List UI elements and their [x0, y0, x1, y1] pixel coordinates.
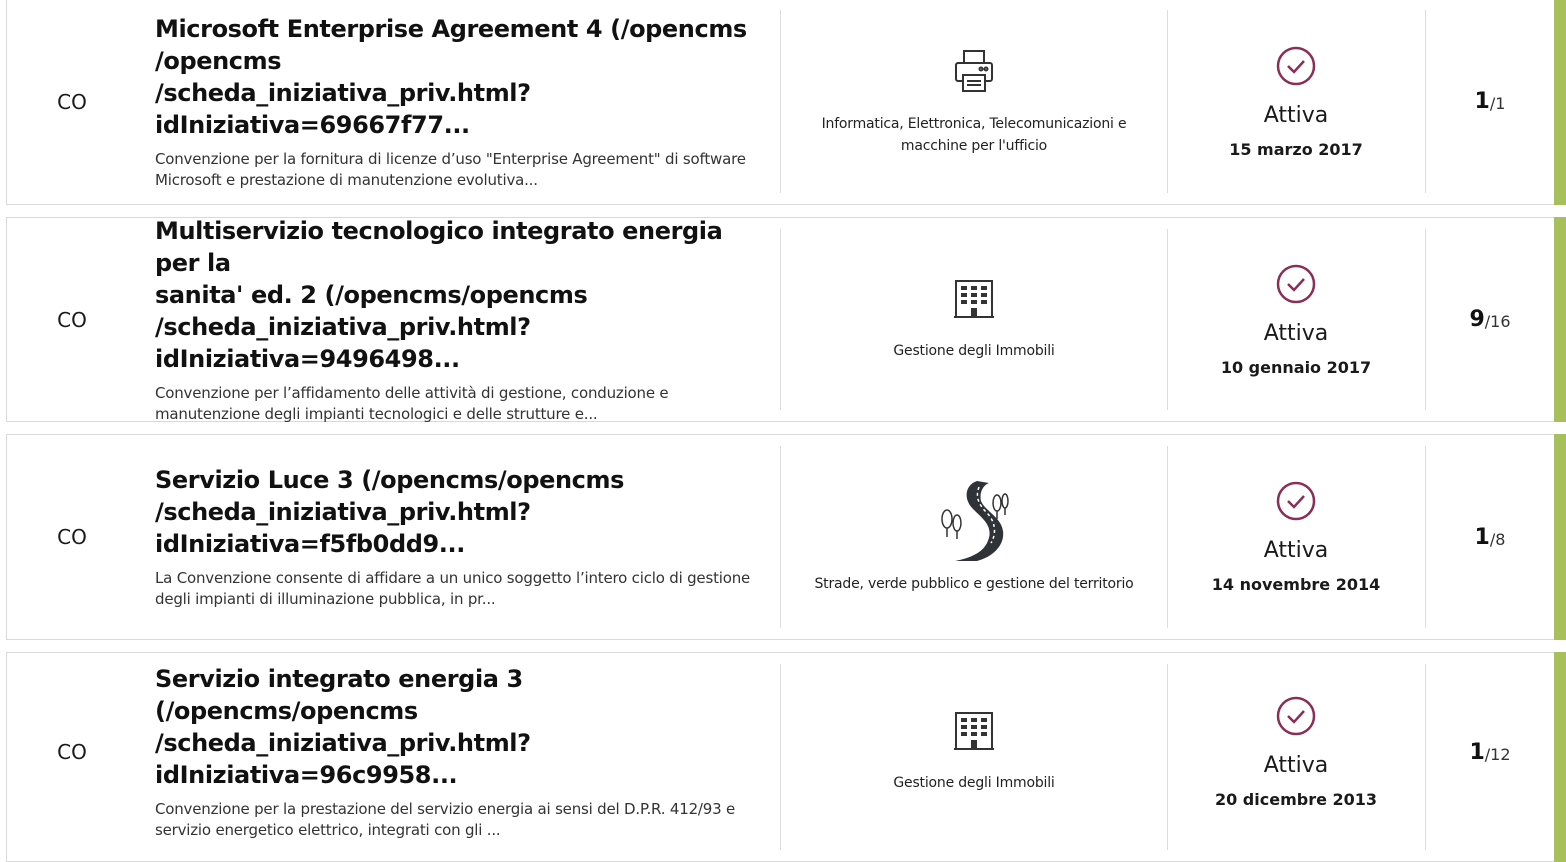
lot-count-current: 9	[1469, 307, 1485, 332]
description-line: Convenzione per l’affidamento delle atti…	[155, 383, 669, 402]
lot-count-total: /12	[1484, 744, 1511, 764]
initiative-category: Strade, verde pubblico e gestione del te…	[781, 435, 1167, 639]
category-line: macchine per l'ufficio	[900, 137, 1048, 154]
initiative-main: Servizio Luce 3 (/opencms/opencms /sched…	[155, 435, 765, 639]
lot-count: 9 /16	[1425, 218, 1555, 421]
initiative-category: Gestione degli Immobili	[781, 218, 1167, 421]
initiative-type: CO	[57, 307, 87, 332]
lot-count-current: 1	[1474, 89, 1490, 114]
title-line: Microsoft Enterprise Agreement 4 (/openc…	[155, 14, 747, 43]
lot-count-current: 1	[1469, 739, 1485, 765]
initiative-description: La Convenzione consente di affidare a un…	[155, 568, 765, 610]
initiative-title-link[interactable]: Microsoft Enterprise Agreement 4 (/openc…	[155, 13, 765, 141]
lot-count-total: /16	[1484, 312, 1511, 331]
lot-count-total: /1	[1489, 94, 1506, 113]
status-text: Attiva	[1263, 753, 1329, 778]
category-label: Strade, verde pubblico e gestione del te…	[815, 573, 1134, 595]
category-line: Gestione degli Immobili	[893, 775, 1055, 791]
status-date: 15 marzo 2017	[1229, 139, 1363, 159]
check-circle-icon	[1275, 695, 1317, 741]
title-line: /scheda_iniziativa_priv.html?idIniziativ…	[155, 312, 531, 373]
status-text: Attiva	[1263, 320, 1329, 346]
initiative-status: Attiva 14 novembre 2014	[1168, 435, 1424, 639]
status-date: 20 dicembre 2013	[1214, 790, 1378, 809]
initiative-type: CO	[57, 89, 87, 114]
initiative-description: Convenzione per l’affidamento delle atti…	[155, 383, 765, 425]
initiative-status: Attiva 20 dicembre 2013	[1168, 653, 1424, 851]
description-line: La Convenzione consente di affidare a un…	[155, 569, 751, 587]
initiative-status: Attiva 10 gennaio 2017	[1168, 218, 1424, 421]
initiative-main: Microsoft Enterprise Agreement 4 (/openc…	[155, 0, 765, 204]
initiative-main: Servizio integrato energia 3 (/opencms/o…	[155, 653, 765, 851]
initiative-card: CO Multiservizio tecnologico integrato e…	[6, 215, 1566, 423]
description-line: degli impianti di illuminazione pubblica…	[155, 590, 496, 608]
title-line: /scheda_iniziativa_priv.html?idIniziativ…	[155, 78, 531, 139]
category-label: Gestione degli Immobili	[893, 340, 1054, 362]
check-circle-icon	[1275, 263, 1317, 309]
initiative-card: CO Servizio Luce 3 (/opencms/opencms /sc…	[6, 434, 1566, 640]
lot-count: 1 /12	[1425, 653, 1555, 851]
road-trees-icon	[939, 479, 1009, 567]
category-label: Gestione degli Immobili	[893, 772, 1054, 794]
lot-count-current: 1	[1474, 524, 1490, 550]
status-accent-bar	[1554, 217, 1566, 422]
initiative-card: CO Microsoft Enterprise Agreement 4 (/op…	[6, 0, 1566, 205]
check-circle-icon	[1275, 45, 1317, 91]
initiative-type: CO	[57, 740, 87, 764]
building-icon	[952, 710, 996, 758]
description-line: servizio energetico elettrico, integrati…	[155, 821, 501, 839]
status-accent-bar	[1554, 0, 1566, 205]
initiative-type: CO	[57, 525, 87, 549]
initiative-status: Attiva 15 marzo 2017	[1168, 0, 1424, 204]
description-line: Convenzione per la prestazione del servi…	[155, 800, 736, 818]
status-accent-bar	[1554, 652, 1566, 862]
title-line: /opencms	[155, 46, 282, 75]
lot-count-total: /8	[1489, 529, 1506, 549]
title-line: Multiservizio tecnologico integrato ener…	[155, 216, 723, 277]
initiative-title-link[interactable]: Servizio Luce 3 (/opencms/opencms /sched…	[155, 464, 765, 560]
title-line: /scheda_iniziativa_priv.html?idIniziativ…	[155, 498, 531, 558]
description-line: Microsoft e prestazione di manutenzione …	[155, 170, 538, 189]
title-line: sanita' ed. 2 (/opencms/opencms	[155, 280, 588, 309]
status-text: Attiva	[1263, 102, 1329, 128]
title-line: /scheda_iniziativa_priv.html?idIniziativ…	[155, 729, 531, 789]
category-line: Informatica, Elettronica, Telecomunicazi…	[821, 115, 1127, 132]
lot-count: 1 /8	[1425, 435, 1555, 639]
category-label: Informatica, Elettronica, Telecomunicazi…	[822, 113, 1127, 157]
title-line: Servizio integrato energia 3 (/opencms/o…	[155, 665, 523, 725]
initiative-title-link[interactable]: Servizio integrato energia 3 (/opencms/o…	[155, 663, 765, 791]
initiative-main: Multiservizio tecnologico integrato ener…	[155, 215, 765, 423]
printer-icon	[950, 47, 998, 99]
status-date: 14 novembre 2014	[1211, 575, 1381, 594]
initiative-card: CO Servizio integrato energia 3 (/opencm…	[6, 652, 1566, 862]
lot-count: 1 /1	[1425, 0, 1555, 204]
initiative-category: Gestione degli Immobili	[781, 653, 1167, 851]
category-line: Strade, verde pubblico e gestione del te…	[814, 576, 1134, 592]
check-circle-icon	[1275, 480, 1317, 526]
initiative-category: Informatica, Elettronica, Telecomunicazi…	[781, 0, 1167, 204]
initiative-description: Convenzione per la fornitura di licenze …	[155, 149, 765, 191]
initiative-title-link[interactable]: Multiservizio tecnologico integrato ener…	[155, 215, 765, 375]
description-line: manutenzione degli impianti tecnologici …	[155, 404, 598, 423]
status-accent-bar	[1554, 434, 1566, 640]
building-icon	[952, 278, 996, 326]
status-date: 10 gennaio 2017	[1220, 357, 1372, 377]
description-line: Convenzione per la fornitura di licenze …	[155, 149, 746, 168]
initiative-description: Convenzione per la prestazione del servi…	[155, 799, 765, 841]
category-line: Gestione degli Immobili	[893, 342, 1055, 359]
title-line: Servizio Luce 3 (/opencms/opencms	[155, 466, 625, 494]
status-text: Attiva	[1263, 538, 1329, 563]
